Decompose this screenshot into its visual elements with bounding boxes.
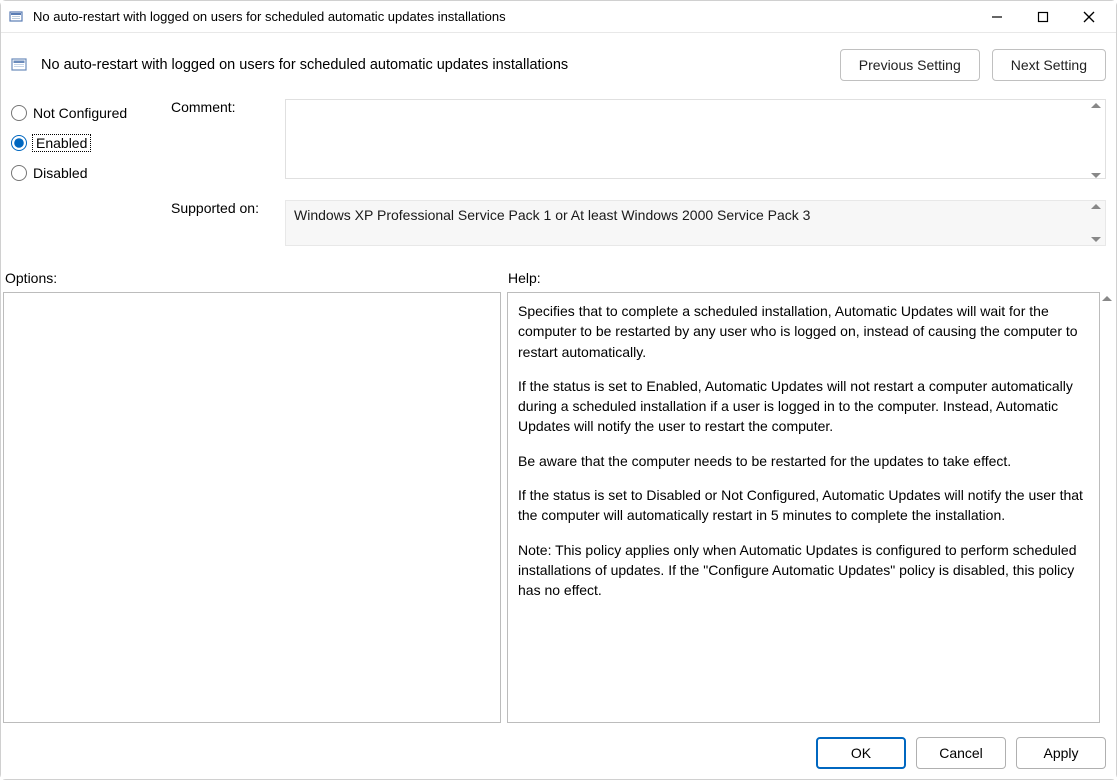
titlebar: No auto-restart with logged on users for… <box>1 1 1116 33</box>
help-paragraph: Specifies that to complete a scheduled i… <box>518 301 1089 362</box>
supported-spin-up-icon[interactable] <box>1091 204 1101 209</box>
lower-panels: Specifies that to complete a scheduled i… <box>1 292 1116 727</box>
radio-enabled-input[interactable] <box>11 135 27 151</box>
supported-row: Supported on: Windows XP Professional Se… <box>171 200 1106 246</box>
supported-spin-down-icon[interactable] <box>1091 237 1101 242</box>
help-paragraph: Note: This policy applies only when Auto… <box>518 540 1089 601</box>
window-title: No auto-restart with logged on users for… <box>33 9 974 24</box>
help-paragraph: Be aware that the computer needs to be r… <box>518 451 1089 471</box>
supported-value: Windows XP Professional Service Pack 1 o… <box>285 200 1106 246</box>
help-paragraph: If the status is set to Enabled, Automat… <box>518 376 1089 437</box>
help-panel[interactable]: Specifies that to complete a scheduled i… <box>507 292 1100 723</box>
help-scroll <box>1100 292 1112 723</box>
footer: OK Cancel Apply <box>1 727 1116 779</box>
options-panel[interactable] <box>3 292 501 723</box>
close-button[interactable] <box>1066 1 1112 33</box>
cancel-button[interactable]: Cancel <box>916 737 1006 769</box>
maximize-button[interactable] <box>1020 1 1066 33</box>
scroll-up-icon[interactable] <box>1102 296 1112 301</box>
policy-icon <box>11 56 29 74</box>
supported-spinner <box>1088 202 1104 244</box>
radio-disabled-input[interactable] <box>11 165 27 181</box>
radio-enabled-label: Enabled <box>33 135 90 151</box>
apply-button[interactable]: Apply <box>1016 737 1106 769</box>
help-paragraph: If the status is set to Disabled or Not … <box>518 485 1089 526</box>
app-icon <box>9 9 25 25</box>
supported-label: Supported on: <box>171 200 273 216</box>
lower-labels: Options: Help: <box>1 270 1116 292</box>
fields-column: Comment: Supported on: Windows XP Profes… <box>171 99 1106 246</box>
dialog-header: No auto-restart with logged on users for… <box>1 33 1116 93</box>
options-label: Options: <box>3 270 508 286</box>
window-controls <box>974 1 1112 33</box>
comment-textarea[interactable] <box>285 99 1106 179</box>
comment-spin-up-icon[interactable] <box>1091 103 1101 108</box>
comment-row: Comment: <box>171 99 1106 182</box>
radio-not-configured[interactable]: Not Configured <box>11 105 171 121</box>
comment-spinner <box>1088 101 1104 180</box>
state-radio-group: Not Configured Enabled Disabled <box>11 99 171 246</box>
radio-not-configured-input[interactable] <box>11 105 27 121</box>
radio-disabled[interactable]: Disabled <box>11 165 171 181</box>
nav-buttons: Previous Setting Next Setting <box>840 49 1106 81</box>
comment-control <box>285 99 1106 182</box>
ok-button[interactable]: OK <box>816 737 906 769</box>
minimize-button[interactable] <box>974 1 1020 33</box>
radio-disabled-label: Disabled <box>33 165 87 181</box>
comment-spin-down-icon[interactable] <box>1091 173 1101 178</box>
previous-setting-button[interactable]: Previous Setting <box>840 49 980 81</box>
help-label: Help: <box>508 270 1106 286</box>
radio-enabled[interactable]: Enabled <box>11 135 171 151</box>
next-setting-button[interactable]: Next Setting <box>992 49 1106 81</box>
policy-title: No auto-restart with logged on users for… <box>41 57 820 73</box>
radio-not-configured-label: Not Configured <box>33 105 127 121</box>
supported-control: Windows XP Professional Service Pack 1 o… <box>285 200 1106 246</box>
upper-form: Not Configured Enabled Disabled Comment:… <box>1 93 1116 270</box>
comment-label: Comment: <box>171 99 273 115</box>
